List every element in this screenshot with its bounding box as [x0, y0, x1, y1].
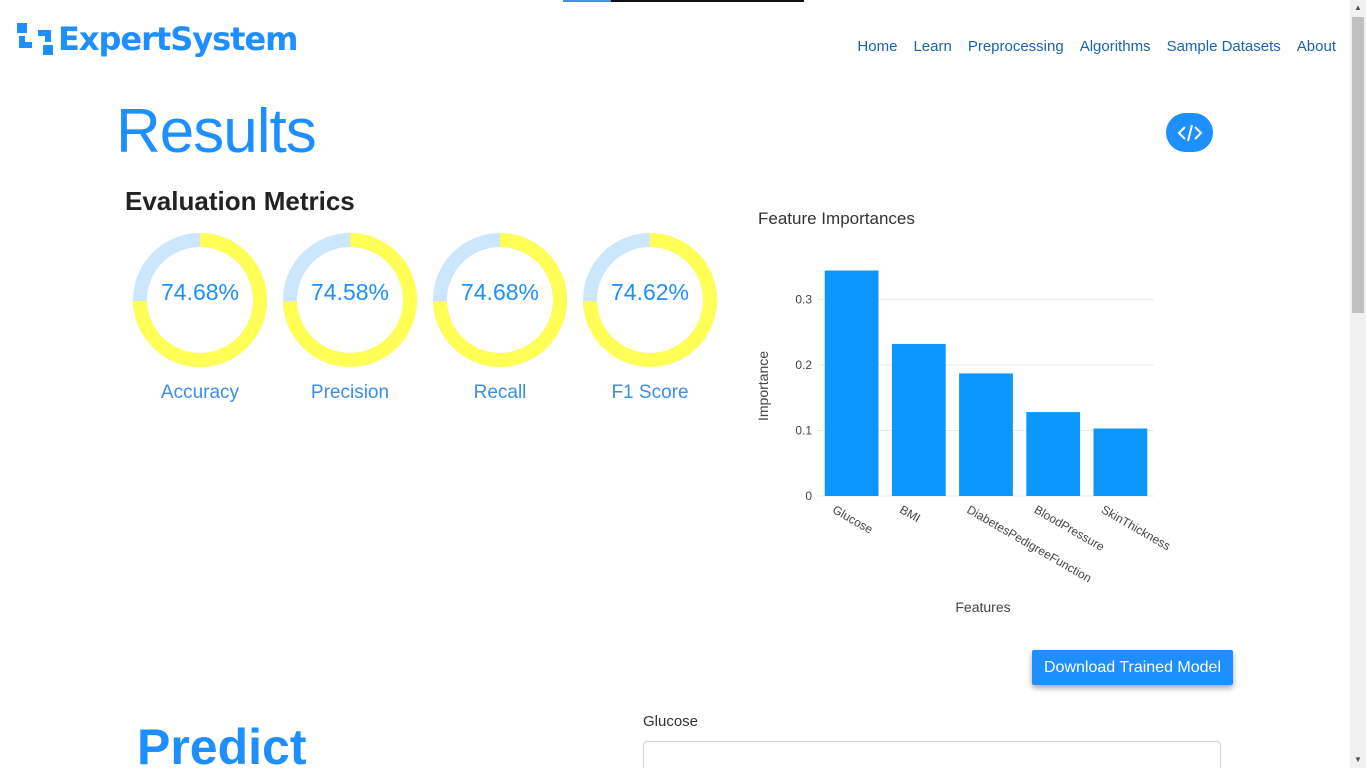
metric-recall: 74.68% Recall [425, 231, 575, 404]
scroll-thumb[interactable] [1352, 17, 1364, 313]
y-tick-label: 0.1 [795, 423, 812, 437]
nav-links: Home Learn Preprocessing Algorithms Samp… [841, 38, 1336, 55]
x-tick-label: SkinThickness [1099, 502, 1173, 553]
glucose-input[interactable] [643, 741, 1221, 768]
recall-value: 74.68% [460, 279, 539, 305]
brand-logo-link[interactable]: ExpertSystem [16, 20, 298, 58]
bar [824, 270, 879, 496]
scroll-down-arrow-icon[interactable]: ▼ [1350, 752, 1366, 768]
bar [891, 343, 946, 496]
page-scrollbar[interactable]: ▲ ▼ [1350, 0, 1366, 768]
brand-name: ExpertSystem [58, 20, 298, 58]
accuracy-label: Accuracy [160, 382, 240, 403]
x-axis-title: Features [955, 599, 1010, 615]
bar [1026, 412, 1081, 496]
scroll-up-arrow-icon[interactable]: ▲ [1350, 0, 1366, 16]
code-icon [1177, 124, 1202, 141]
nav-algorithms[interactable]: Algorithms [1080, 38, 1151, 55]
navbar: ExpertSystem Home Learn Preprocessing Al… [0, 0, 1350, 80]
predict-title: Predict [137, 719, 307, 768]
metric-f1-score: 74.62% F1 Score [575, 231, 725, 404]
brand-logo-icon [17, 23, 53, 55]
metric-precision: 74.58% Precision [275, 231, 425, 404]
nav-sample-datasets[interactable]: Sample Datasets [1167, 38, 1281, 55]
glucose-field-label: Glucose [643, 713, 699, 730]
view-code-button[interactable] [1166, 113, 1213, 152]
evaluation-metrics-title: Evaluation Metrics [125, 186, 355, 216]
nav-learn[interactable]: Learn [913, 38, 951, 55]
y-axis-title: Importance [755, 351, 771, 421]
nav-home[interactable]: Home [857, 38, 897, 55]
precision-value: 74.58% [310, 279, 389, 305]
bar [959, 373, 1013, 496]
x-tick-label: BMI [897, 502, 922, 525]
precision-label: Precision [310, 382, 390, 403]
y-tick-label: 0.2 [795, 358, 812, 372]
recall-label: Recall [473, 382, 527, 403]
y-tick-label: 0 [805, 489, 812, 503]
accuracy-value: 74.68% [160, 279, 239, 305]
x-tick-label: DiabetesPedigreeFunction [965, 502, 1094, 585]
f1-score-label: F1 Score [611, 382, 689, 403]
metric-accuracy: 74.68% Accuracy [125, 231, 275, 404]
x-tick-label: Glucose [830, 502, 875, 536]
nav-about[interactable]: About [1297, 38, 1336, 55]
f1-score-value: 74.62% [610, 279, 689, 305]
bar [1093, 428, 1148, 496]
results-title: Results [116, 97, 317, 166]
feature-importance-chart: 0 0.1 0.2 0.3 Glucose BMI DiabetesPedigreeFunc… [755, 270, 1173, 615]
download-model-button[interactable]: Download Trained Model [1032, 650, 1233, 685]
nav-preprocessing[interactable]: Preprocessing [968, 38, 1064, 55]
y-tick-label: 0.3 [795, 292, 812, 306]
chart-title: Feature Importances [758, 209, 915, 228]
